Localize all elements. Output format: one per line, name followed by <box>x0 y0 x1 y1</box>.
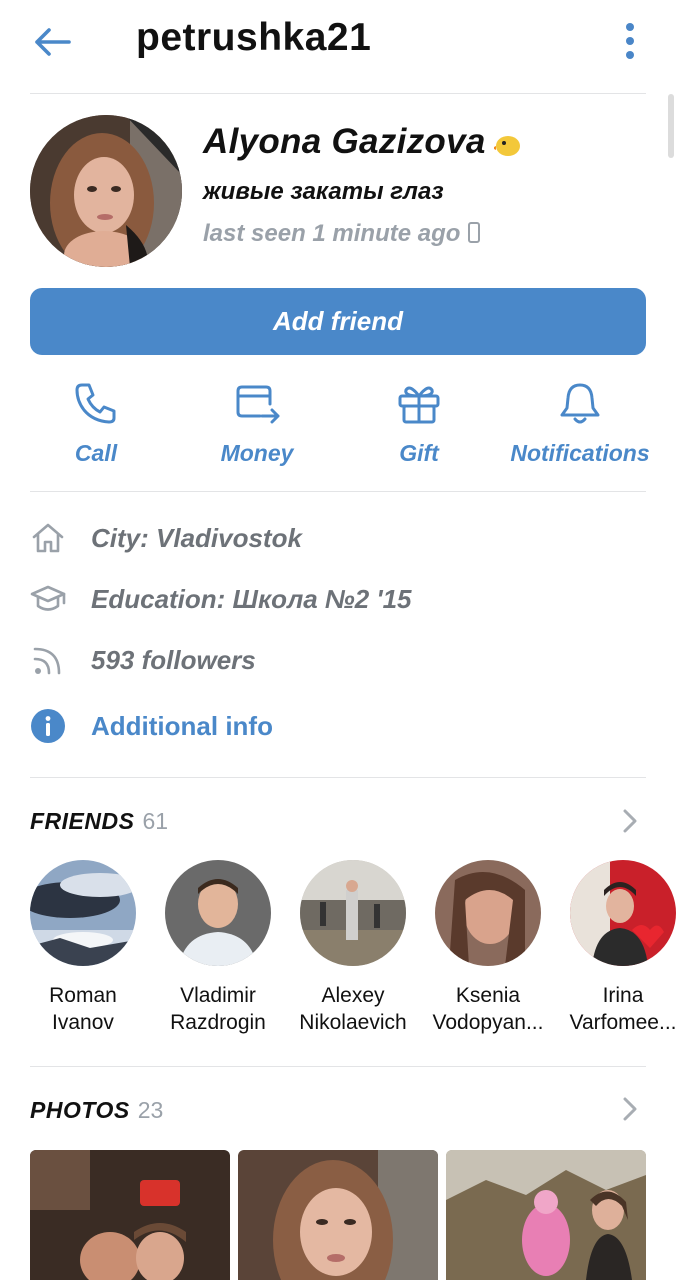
friend-avatar <box>30 860 136 966</box>
add-friend-button[interactable]: Add friend <box>30 288 646 355</box>
back-button[interactable] <box>30 22 74 62</box>
friend-last-name: Ivanov <box>52 1011 114 1034</box>
divider <box>30 491 646 492</box>
friend-avatar <box>435 860 541 966</box>
scrollbar[interactable] <box>668 94 674 158</box>
info-education-text: Education: Школа №2 '15 <box>91 583 412 614</box>
action-call[interactable]: Call <box>56 380 136 467</box>
info-icon <box>31 709 65 743</box>
friends-count: 61 <box>142 808 169 834</box>
info-followers[interactable]: 593 followers <box>30 642 256 678</box>
bell-icon <box>560 383 600 424</box>
photos-title: PHOTOS <box>30 1097 130 1123</box>
info-city-text: City: Vladivostok <box>91 522 302 553</box>
friend-first-name: Irina <box>602 984 644 1007</box>
friend-last-name: Razdrogin <box>170 1011 266 1034</box>
friend-item[interactable]: Irina Varfomee... <box>555 860 676 1036</box>
info-additional[interactable]: Additional info <box>30 708 273 744</box>
friend-name: Irina Varfomee... <box>570 982 676 1036</box>
friend-avatar <box>165 860 271 966</box>
info-city: City: Vladivostok <box>30 520 302 556</box>
dot-icon <box>626 37 634 45</box>
action-money-label: Money <box>220 440 294 466</box>
friend-first-name: Alexey <box>321 984 385 1007</box>
divider <box>30 93 646 94</box>
card-transfer-icon <box>236 385 280 424</box>
friend-item[interactable]: Alexey Nikolaevich <box>285 860 421 1036</box>
friend-item[interactable]: Ksenia Vodopyan... <box>420 860 556 1036</box>
friends-title: FRIENDS <box>30 808 135 834</box>
info-additional-text: Additional info <box>91 710 273 741</box>
gift-icon <box>398 386 440 424</box>
profile-avatar[interactable] <box>30 115 182 267</box>
friend-name: Roman Ivanov <box>49 982 117 1036</box>
duck-emoji-icon <box>493 135 520 156</box>
friend-avatar <box>570 860 676 966</box>
chevron-right-icon[interactable] <box>620 1094 640 1124</box>
friend-avatar <box>300 860 406 966</box>
avatar-photo <box>30 115 182 267</box>
photos-count: 23 <box>137 1097 164 1123</box>
friend-first-name: Roman <box>49 984 117 1007</box>
dot-icon <box>626 23 634 31</box>
divider <box>30 777 646 778</box>
action-money[interactable]: Money <box>207 380 307 467</box>
info-education: Education: Школа №2 '15 <box>30 581 412 617</box>
friend-first-name: Vladimir <box>180 984 256 1007</box>
divider <box>30 1066 646 1067</box>
photo-thumbnail[interactable] <box>446 1150 646 1280</box>
friend-name: Vladimir Razdrogin <box>170 982 266 1036</box>
action-notifications[interactable]: Notifications <box>500 380 660 467</box>
profile-name-text: Alyona Gazizova <box>203 122 486 161</box>
profile-name: Alyona Gazizova <box>203 122 522 162</box>
photo-thumbnail[interactable] <box>238 1150 438 1280</box>
friend-name: Alexey Nikolaevich <box>299 982 406 1036</box>
photos-header[interactable]: PHOTOS 23 <box>30 1097 163 1124</box>
last-seen-text: last seen 1 minute ago <box>203 220 461 247</box>
action-gift[interactable]: Gift <box>379 380 459 467</box>
home-icon <box>32 523 64 553</box>
action-notifications-label: Notifications <box>510 440 650 466</box>
graduation-cap-icon <box>30 585 66 611</box>
dot-icon <box>626 51 634 59</box>
more-options-button[interactable] <box>612 18 648 64</box>
mobile-phone-icon <box>468 222 481 243</box>
action-call-label: Call <box>74 440 118 466</box>
phone-icon <box>75 383 116 424</box>
chevron-right-icon[interactable] <box>620 806 640 836</box>
friend-item[interactable]: Vladimir Razdrogin <box>150 860 286 1036</box>
friend-last-name: Varfomee... <box>569 1011 676 1034</box>
arrow-left-icon <box>35 28 71 56</box>
profile-status: живые закаты глаз <box>203 178 444 205</box>
friend-item[interactable]: Roman Ivanov <box>15 860 151 1036</box>
top-bar: petrushka21 <box>0 0 676 86</box>
friend-last-name: Nikolaevich <box>299 1011 407 1034</box>
last-seen: last seen 1 minute ago <box>203 220 481 248</box>
friend-first-name: Ksenia <box>455 984 521 1007</box>
photo-thumbnail[interactable] <box>30 1150 230 1280</box>
info-followers-text: 593 followers <box>91 644 256 675</box>
action-gift-label: Gift <box>399 440 439 466</box>
friends-header[interactable]: FRIENDS 61 <box>30 808 168 835</box>
rss-feed-icon <box>33 647 61 675</box>
friend-name: Ksenia Vodopyan... <box>433 982 544 1036</box>
friend-last-name: Vodopyan... <box>432 1011 544 1034</box>
profile-username: petrushka21 <box>136 16 372 59</box>
